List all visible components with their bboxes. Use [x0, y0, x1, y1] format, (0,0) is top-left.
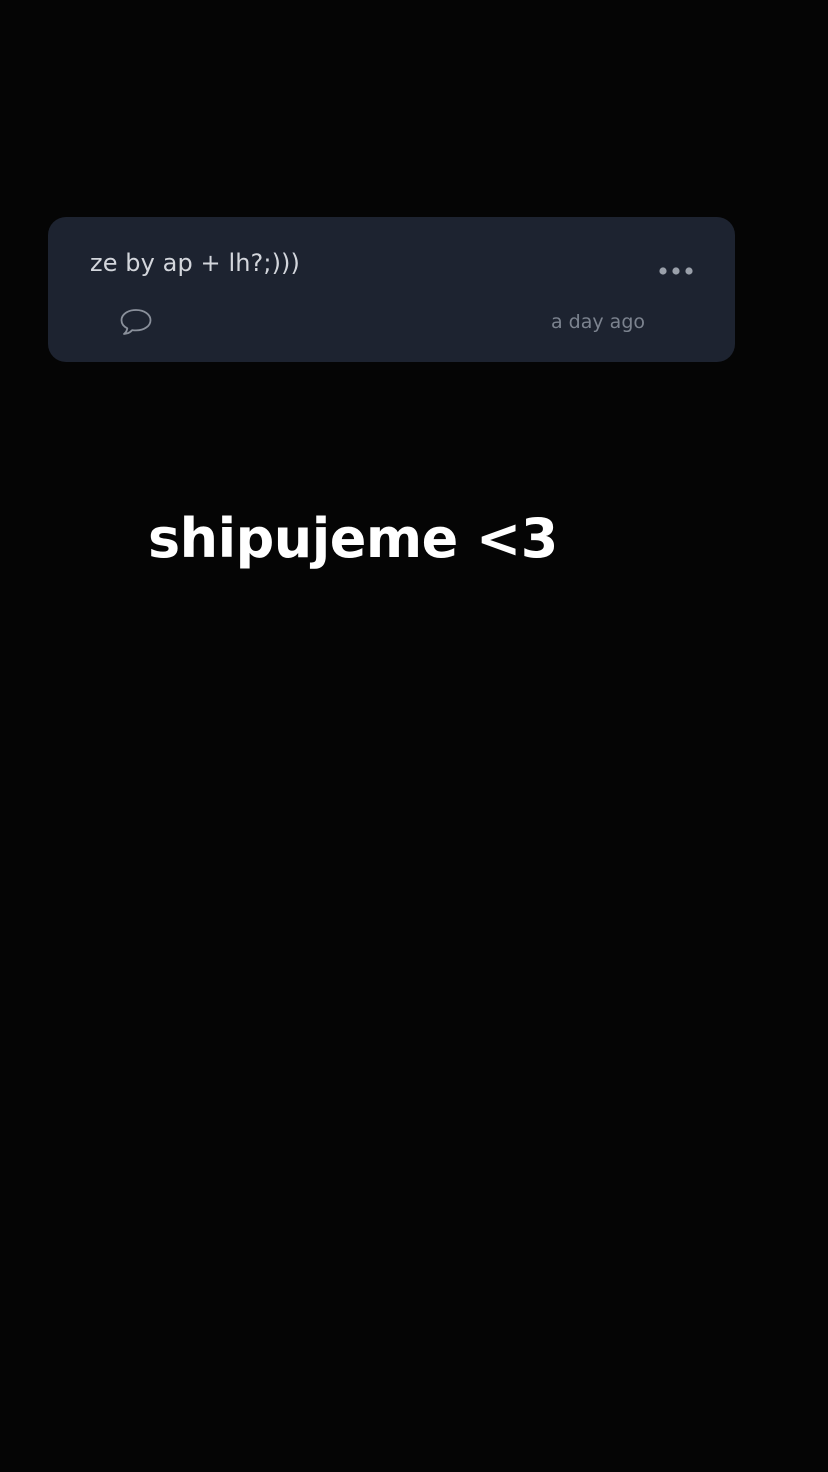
- post-text: ze by ap + lh?;))): [90, 249, 300, 277]
- story-caption: shipujeme <3: [148, 507, 558, 570]
- comment-bubble-icon: [118, 306, 154, 338]
- more-options-button[interactable]: [651, 253, 701, 289]
- comment-button[interactable]: [118, 306, 154, 338]
- story-canvas: ze by ap + lh?;))) a day ago shipujeme <…: [0, 0, 828, 1472]
- post-card: ze by ap + lh?;))) a day ago: [48, 217, 735, 362]
- post-timestamp: a day ago: [551, 311, 645, 333]
- more-horizontal-icon: [658, 266, 694, 276]
